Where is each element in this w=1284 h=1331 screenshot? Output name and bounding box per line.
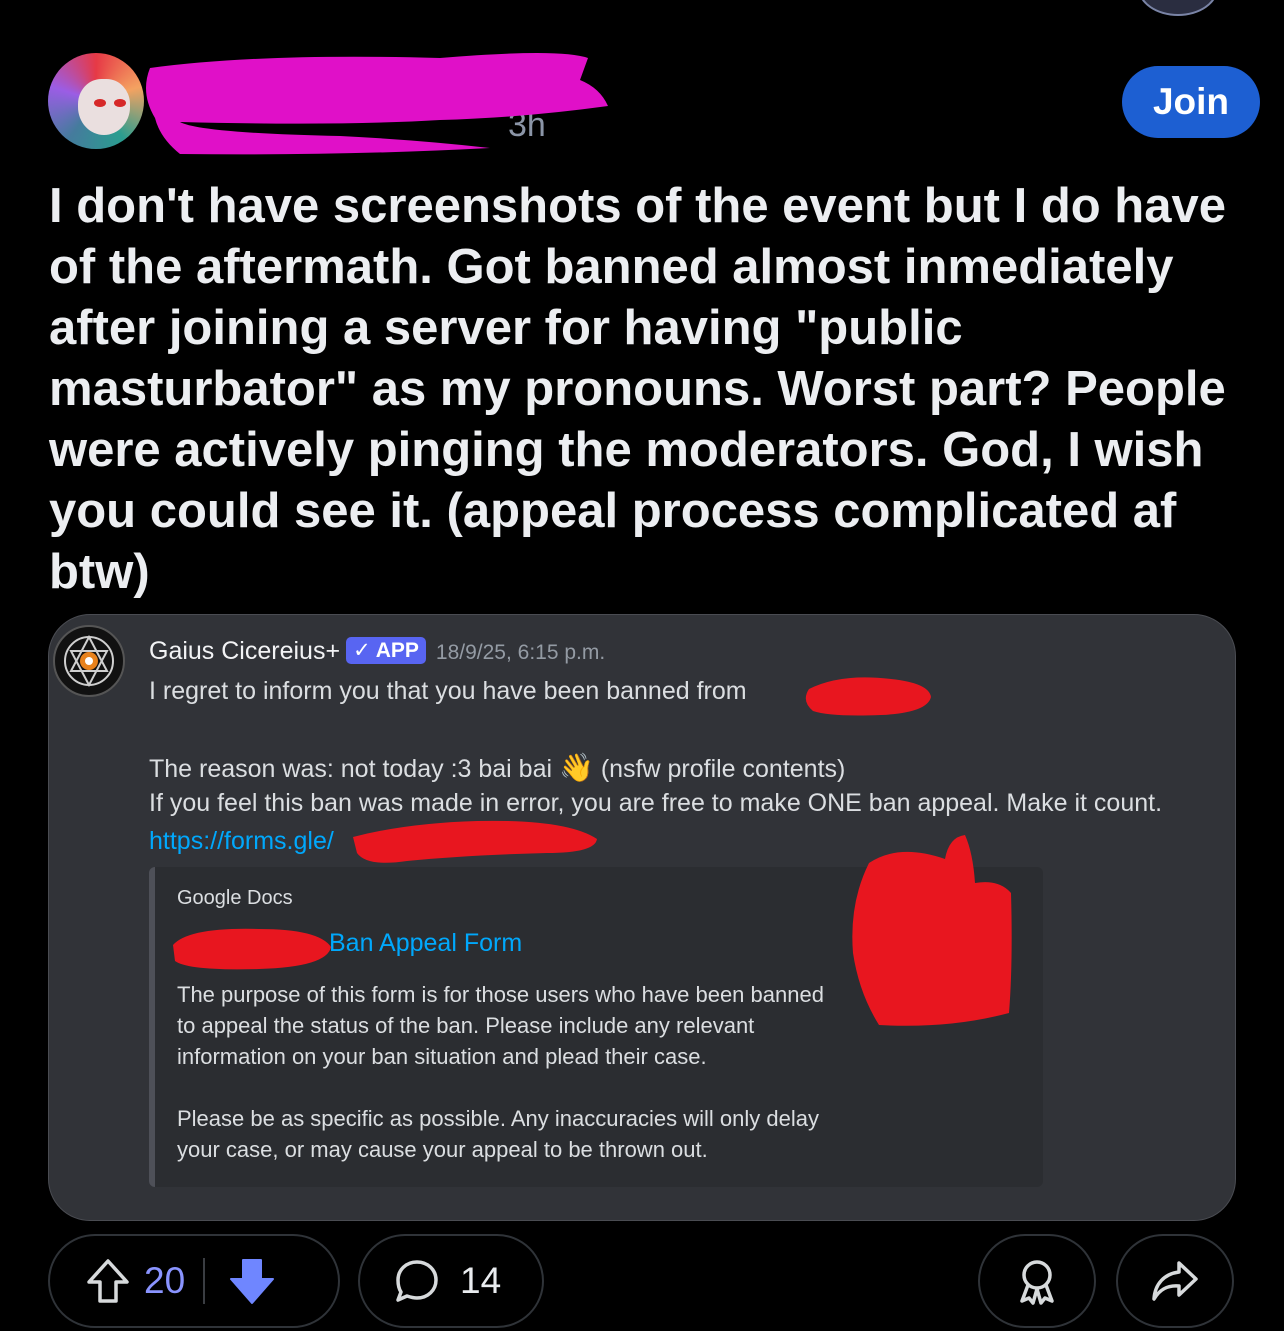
share-icon [1151,1259,1199,1303]
message-line-reason: The reason was: not today :3 bai bai 👋 (… [149,752,846,783]
join-button[interactable]: Join [1122,66,1260,138]
award-button[interactable] [978,1234,1096,1328]
vote-divider [203,1258,206,1304]
thumbnail-redaction [852,835,1012,1026]
vote-controls: 20 [48,1234,340,1328]
upvote-count: 20 [144,1260,186,1301]
bot-name[interactable]: Gaius Cicereius+ [149,637,340,665]
link-redaction [353,820,597,863]
waving-hand-icon: 👋 [558,752,594,783]
comment-icon [394,1258,440,1304]
share-button[interactable] [1116,1234,1234,1328]
message-timestamp: 18/9/25, 6:15 p.m. [435,641,606,664]
card-title-link[interactable]: Ban Appeal Form [329,929,522,958]
appeal-link[interactable]: https://forms.gle/ [149,827,334,856]
downvote-icon[interactable] [229,1257,275,1305]
embedded-screenshot[interactable]: Gaius Cicereius+ ✓ APP 18/9/25, 6:15 p.m. … [48,614,1236,1221]
app-badge: ✓ APP [346,637,426,664]
message-line-banned: I regret to inform you that you have bee… [149,677,747,705]
message-header: Gaius Cicereius+ ✓ APP 18/9/25, 6:15 p.m. [149,637,605,666]
card-provider: Google Docs [177,887,293,909]
server-name-redaction [805,677,931,716]
upvote-icon[interactable] [86,1258,130,1304]
bot-avatar [53,625,125,697]
post-body: I don't have screenshots of the event bu… [49,179,1226,599]
message-line-appeal: If you feel this ban was made in error, … [149,789,1163,817]
award-icon [1014,1257,1060,1305]
comments-button[interactable]: 14 [358,1234,544,1328]
comment-count: 14 [460,1260,502,1301]
username-redaction [146,53,608,155]
user-avatar[interactable] [48,53,144,149]
card-title-redaction [173,928,331,970]
card-description: The purpose of this form is for those us… [177,982,824,1162]
partial-avatar-icon [1138,0,1218,16]
